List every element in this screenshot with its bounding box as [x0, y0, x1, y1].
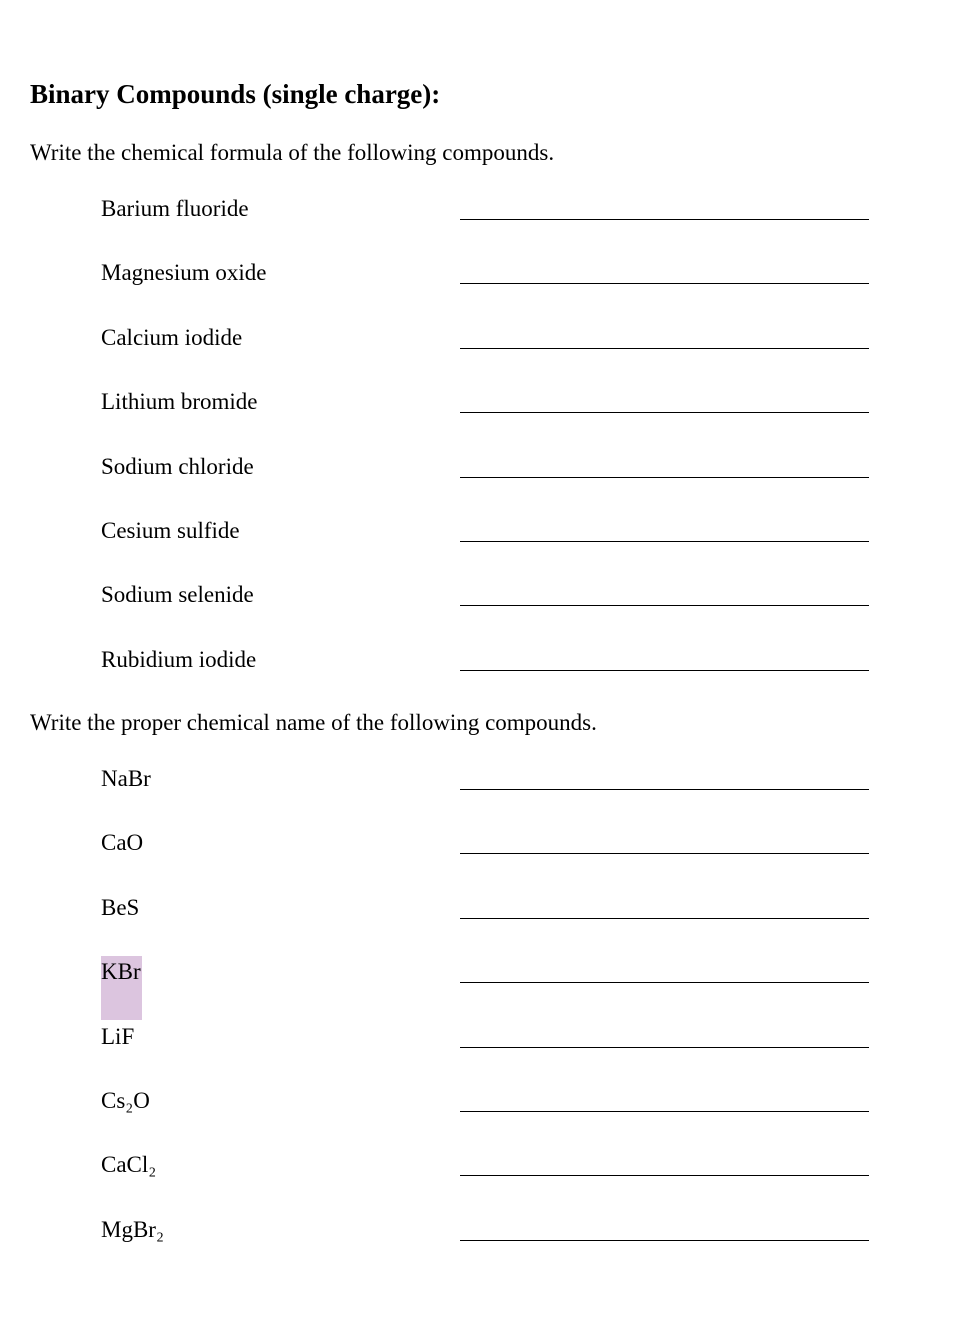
question-row: CaO	[0, 829, 978, 869]
question-row: MgBr₂	[0, 1216, 978, 1256]
question-row: NaBr	[0, 765, 978, 805]
compound-label: BeS	[101, 894, 140, 920]
compound-label: Magnesium oxide	[101, 260, 267, 286]
compound-label: Sodium chloride	[101, 453, 254, 479]
section-2-instruction: Write the proper chemical name of the fo…	[30, 710, 597, 735]
answer-blank-line[interactable]	[460, 541, 869, 542]
question-row: Cesium sulfide	[0, 517, 978, 557]
question-row: BeS	[0, 894, 978, 934]
compound-label: Rubidium iodide	[101, 646, 257, 672]
question-row: KBr	[0, 958, 978, 998]
answer-blank-line[interactable]	[460, 219, 869, 220]
question-row: Sodium chloride	[0, 453, 978, 493]
answer-blank-line[interactable]	[460, 283, 869, 285]
question-row: Rubidium iodide	[0, 646, 978, 686]
question-row: Lithium bromide	[0, 388, 978, 428]
answer-blank-line[interactable]	[460, 1175, 869, 1177]
compound-label: CaCl₂	[101, 1152, 157, 1178]
compound-label: KBr	[101, 959, 141, 985]
question-row: Sodium selenide	[0, 581, 978, 621]
answer-blank-line[interactable]	[460, 1046, 869, 1048]
answer-blank-line[interactable]	[460, 1111, 869, 1112]
compound-label: NaBr	[101, 766, 151, 791]
answer-blank-line[interactable]	[460, 917, 869, 919]
question-row: Barium fluoride	[0, 195, 978, 235]
question-row: Magnesium oxide	[0, 259, 978, 299]
answer-blank-line[interactable]	[460, 412, 869, 414]
question-row: LiF	[0, 1023, 978, 1063]
compound-label: Calcium iodide	[101, 324, 243, 350]
answer-blank-line[interactable]	[460, 982, 869, 984]
compound-label: MgBr₂	[101, 1216, 164, 1242]
compound-label: Cs₂O	[101, 1088, 150, 1113]
answer-blank-line[interactable]	[460, 476, 869, 478]
answer-blank-line[interactable]	[460, 605, 869, 607]
compound-label: Sodium selenide	[101, 582, 254, 608]
question-row: Cs₂O	[0, 1087, 978, 1127]
compound-label: Lithium bromide	[101, 389, 258, 415]
answer-blank-line[interactable]	[460, 789, 869, 790]
answer-blank-line[interactable]	[460, 853, 869, 855]
compound-label: Cesium sulfide	[101, 518, 240, 543]
answer-blank-line[interactable]	[460, 1239, 869, 1241]
compound-label: LiF	[101, 1023, 135, 1049]
compound-label: Barium fluoride	[101, 196, 249, 221]
worksheet-title: Binary Compounds (single charge):	[30, 79, 441, 109]
question-row: Calcium iodide	[0, 324, 978, 364]
question-row: CaCl₂	[0, 1151, 978, 1191]
answer-blank-line[interactable]	[460, 347, 869, 349]
compound-label: CaO	[101, 830, 144, 856]
answer-blank-line[interactable]	[460, 669, 869, 671]
section-1-instruction: Write the chemical formula of the follow…	[30, 140, 555, 165]
